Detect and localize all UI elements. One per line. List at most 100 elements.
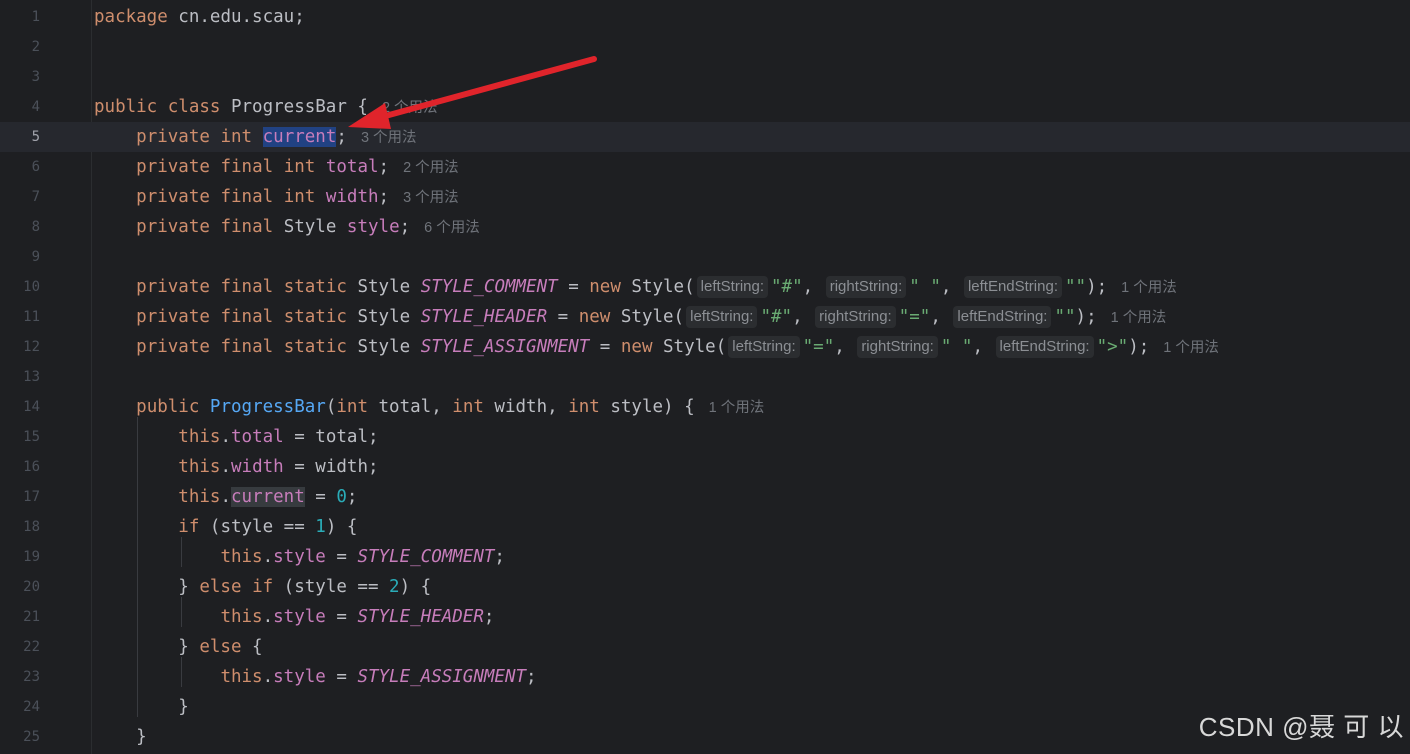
code-token: current [231,487,305,507]
parameter-hint: rightString: [857,336,938,358]
code-line[interactable]: 22 } else { [0,632,1410,662]
code-token: final [220,277,274,297]
line-number: 6 [31,159,40,175]
code-token: "#" [771,277,803,297]
code-text[interactable]: private final static Style STYLE_COMMENT… [94,272,1177,302]
code-token: style [273,607,326,627]
code-token: } [94,697,189,717]
code-line[interactable]: 20 } else if (style == 2) { [0,572,1410,602]
code-line[interactable]: 11 private final static Style STYLE_HEAD… [0,302,1410,332]
code-token: total, [367,397,453,417]
code-text[interactable]: this.style = STYLE_ASSIGNMENT; [94,662,536,692]
code-token: = [325,667,358,687]
code-text[interactable]: public class ProgressBar {2 个用法 [94,92,438,122]
code-text[interactable]: } else if (style == 2) { [94,572,431,602]
code-token: private [136,217,210,237]
code-token: STYLE_COMMENT [357,547,495,567]
code-text[interactable]: private final int total; 2 个用法 [94,152,459,182]
line-number: 11 [23,309,40,325]
code-text[interactable]: if (style == 1) { [94,512,357,542]
code-token: } [94,727,147,747]
code-token: this [220,607,263,627]
code-editor[interactable]: 1 package cn.edu.scau; 2 3 4 public class Pro… [0,0,1410,754]
code-token: public [136,397,200,417]
code-line[interactable]: 12 private final static Style STYLE_ASSI… [0,332,1410,362]
code-token: ( [325,397,337,417]
code-token: width, [483,397,569,417]
code-line[interactable]: 4 public class ProgressBar {2 个用法 [0,92,1410,122]
code-token: . [220,487,231,507]
code-line[interactable]: 19 this.style = STYLE_COMMENT; [0,542,1410,572]
code-token: private [136,157,210,177]
code-token: cn.edu.scau; [167,7,305,27]
code-line[interactable]: 13 [0,362,1410,392]
indent-guide [181,657,182,687]
code-token: Style( [620,277,695,297]
usages-hint[interactable]: 1 个用法 [1121,280,1177,296]
code-line[interactable]: 16 this.width = width; [0,452,1410,482]
code-line[interactable]: 10 private final static Style STYLE_COMM… [0,272,1410,302]
usages-hint[interactable]: 1 个用法 [1163,340,1219,356]
parameter-hint: rightString: [815,306,896,328]
code-text[interactable]: } [94,692,189,722]
code-token: = [547,307,579,327]
code-line[interactable]: 1 package cn.edu.scau; [0,2,1410,32]
code-line[interactable]: 17 this.current = 0; [0,482,1410,512]
usages-hint[interactable]: 3 个用法 [403,190,459,206]
line-number: 24 [23,699,40,715]
parameter-hint: leftEndString: [953,306,1052,328]
code-line[interactable]: 14 public ProgressBar(int total, int wid… [0,392,1410,422]
code-token: width [325,187,379,207]
code-line[interactable]: 3 [0,62,1410,92]
code-line[interactable]: 5 private int current; 3 个用法 [0,122,1410,152]
code-line[interactable]: 15 this.total = total; [0,422,1410,452]
code-token: (style == [199,517,316,537]
code-token: . [262,547,274,567]
code-line[interactable]: 23 this.style = STYLE_ASSIGNMENT; [0,662,1410,692]
code-text[interactable]: this.style = STYLE_HEADER; [94,602,494,632]
code-line[interactable]: 6 private final int total; 2 个用法 [0,152,1410,182]
code-token: . [262,607,274,627]
code-token: 1 [315,517,326,537]
code-token: int [568,397,600,417]
code-text[interactable]: public ProgressBar(int total, int width,… [94,392,764,422]
code-text[interactable]: private final Style style; 6 个用法 [94,212,480,242]
code-text[interactable]: private final int width; 3 个用法 [94,182,459,212]
code-text[interactable]: private final static Style STYLE_ASSIGNM… [94,332,1219,362]
code-text[interactable]: private int current; 3 个用法 [94,122,417,152]
usages-hint[interactable]: 1 个用法 [1111,310,1167,326]
line-number: 9 [31,249,40,265]
code-line[interactable]: 9 [0,242,1410,272]
code-text[interactable]: this.style = STYLE_COMMENT; [94,542,505,572]
line-number: 2 [31,39,40,55]
code-token: " " [940,337,973,357]
usages-hint[interactable]: 1 个用法 [709,400,765,416]
code-line[interactable]: 7 private final int width; 3 个用法 [0,182,1410,212]
code-line[interactable]: 21 this.style = STYLE_HEADER; [0,602,1410,632]
code-token: style [273,547,326,567]
code-text[interactable]: package cn.edu.scau; [94,2,305,32]
code-line[interactable]: 18 if (style == 1) { [0,512,1410,542]
usages-hint[interactable]: 3 个用法 [361,130,417,146]
code-token: total [325,157,379,177]
code-text[interactable]: } else { [94,632,262,662]
line-number: 20 [23,579,40,595]
usages-hint[interactable]: 6 个用法 [424,220,480,236]
code-text[interactable]: } [94,722,147,752]
code-line[interactable]: 2 [0,32,1410,62]
code-text[interactable]: private final static Style STYLE_HEADER … [94,302,1166,332]
code-token: width [231,457,284,477]
code-text[interactable]: this.current = 0; [94,482,357,512]
usages-hint[interactable]: 2 个用法 [403,160,459,176]
code-token: this [178,427,221,447]
usages-hint[interactable]: 2 个用法 [382,100,438,116]
parameter-hint: leftEndString: [963,276,1062,298]
code-token: STYLE_HEADER [420,307,548,327]
code-line[interactable]: 8 private final Style style; 6 个用法 [0,212,1410,242]
